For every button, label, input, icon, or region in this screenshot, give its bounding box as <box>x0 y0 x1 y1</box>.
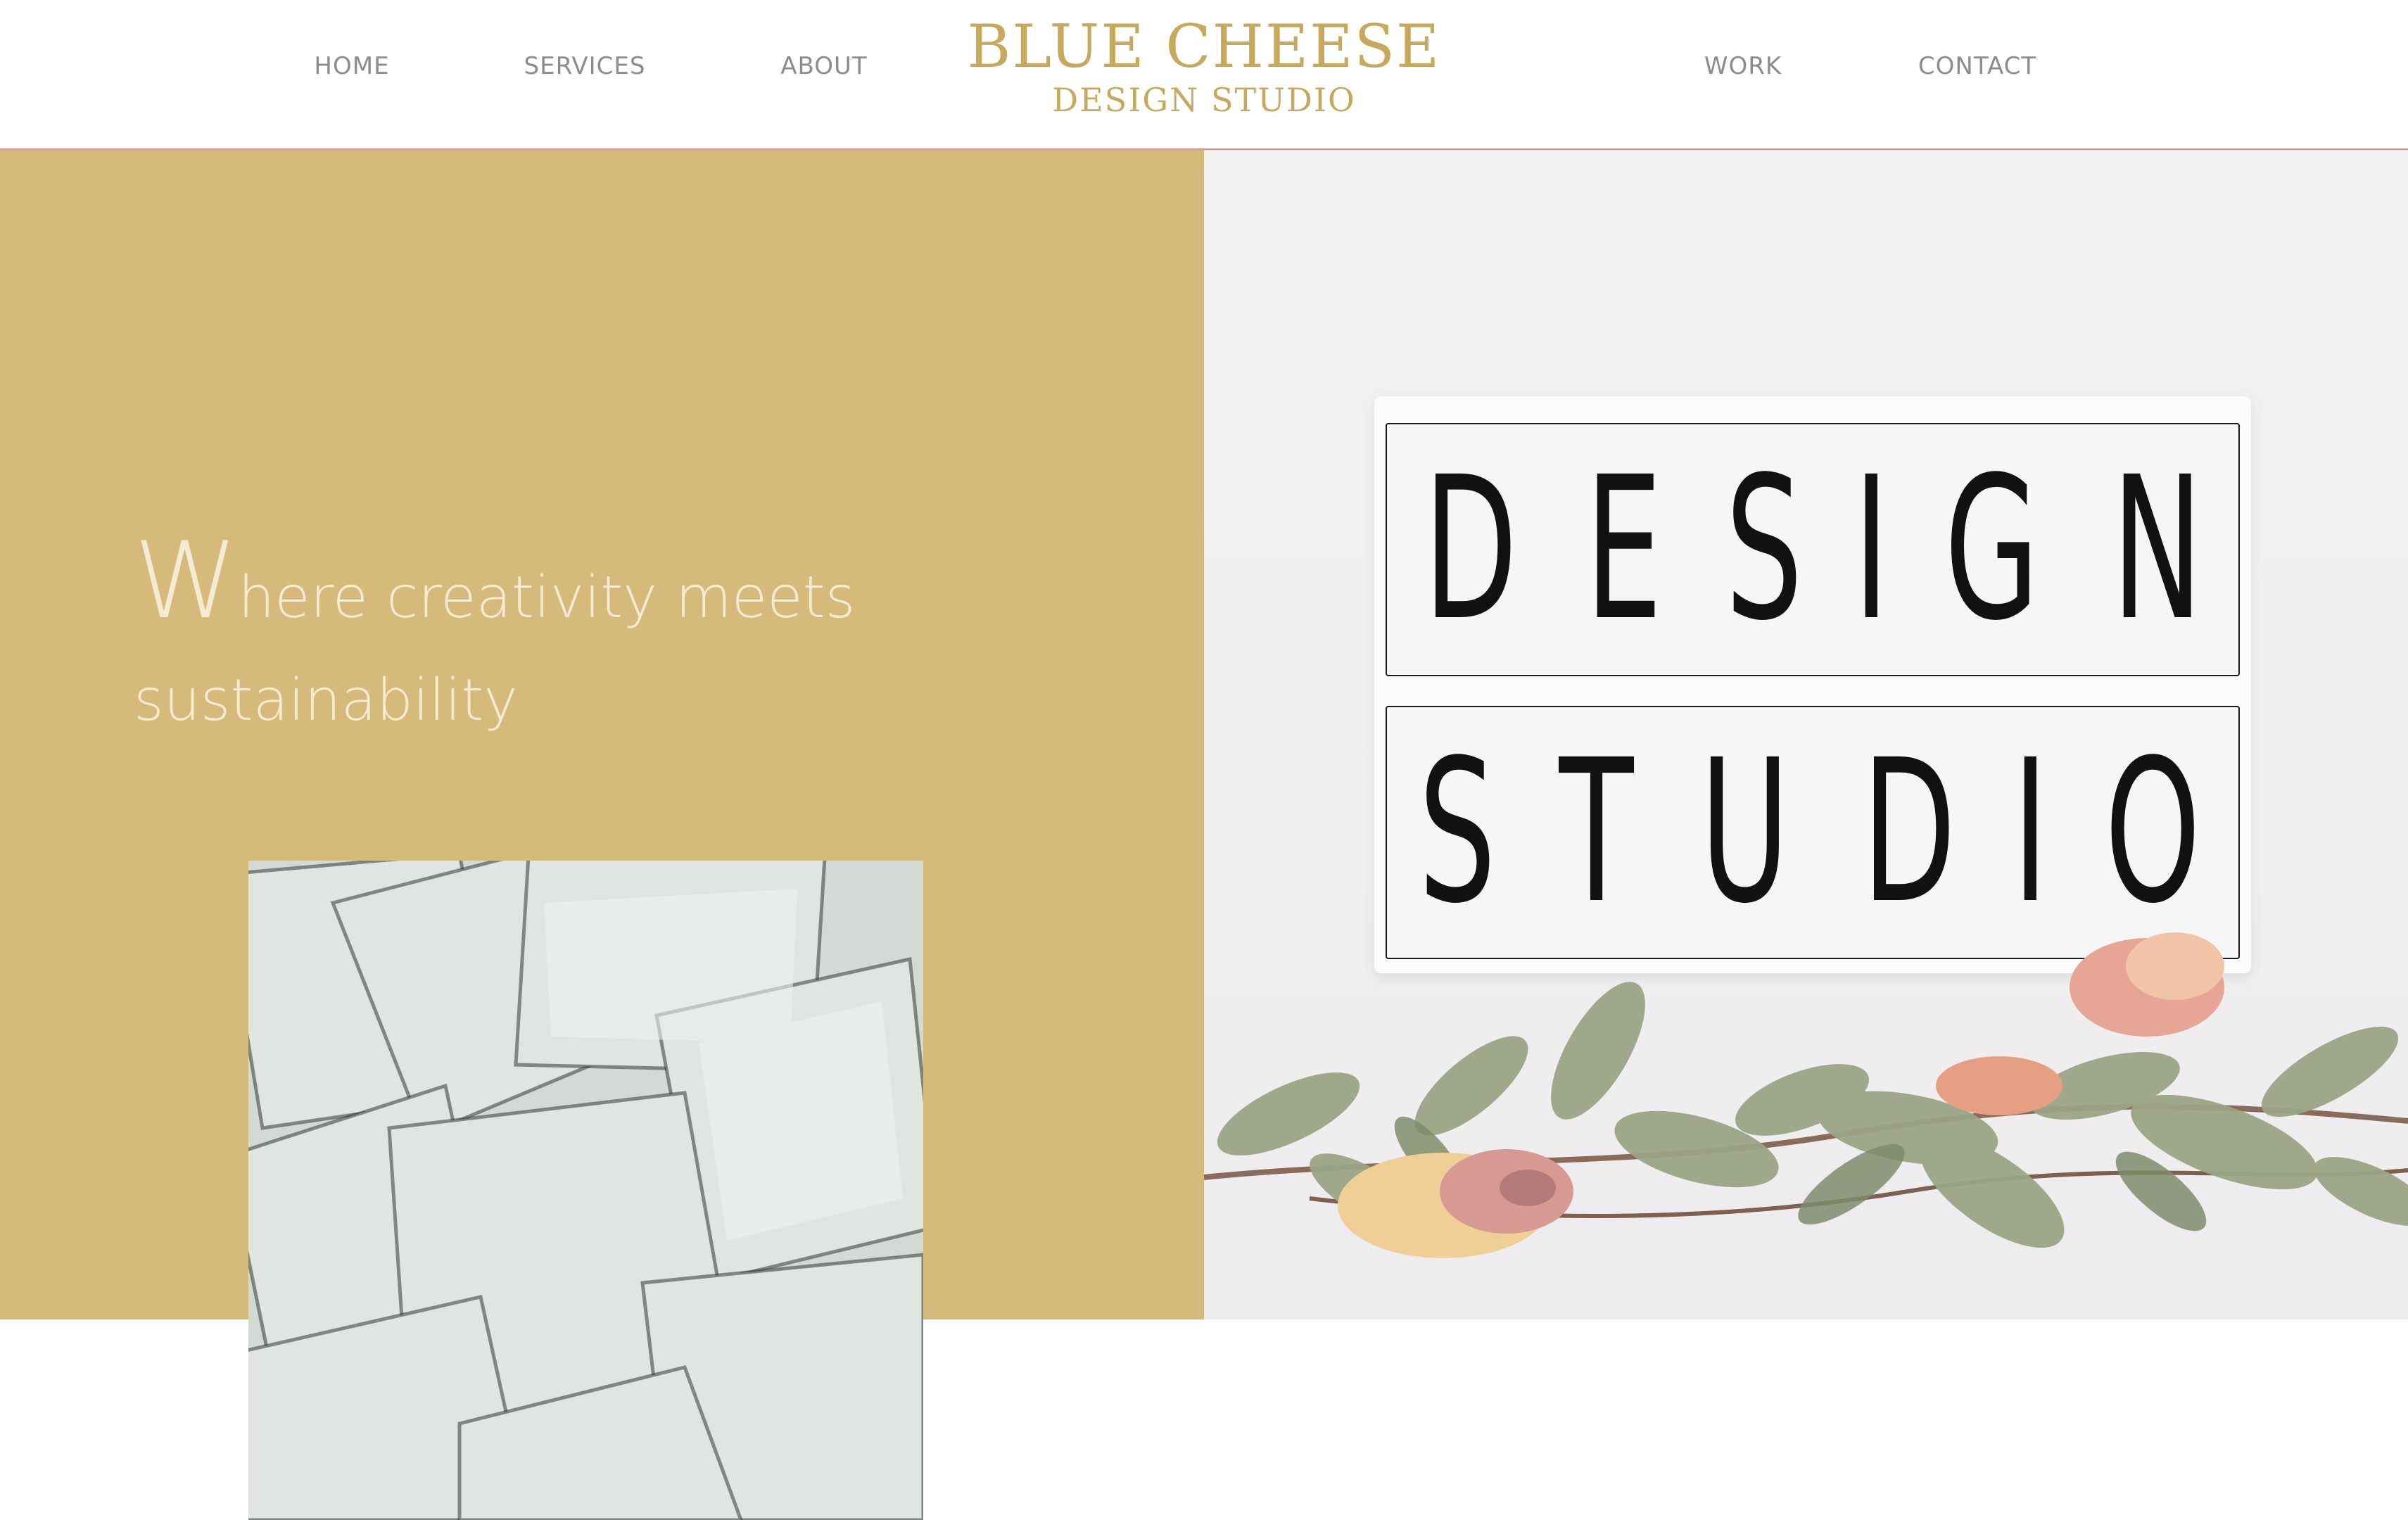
nav-work-link[interactable]: WORK <box>1704 52 1782 80</box>
site-header: HOME SERVICES ABOUT BLUE CHEESE DESIGN S… <box>0 0 2408 150</box>
lightbox-sign: D E S I G N S T U D I O <box>1374 396 2251 973</box>
paper-texture-image <box>248 861 923 1520</box>
logo-title: BLUE CHEESE <box>967 12 1441 81</box>
lightbox-letter: S <box>1725 435 1803 664</box>
lightbox-letter: G <box>1944 435 2039 664</box>
lightbox-row-top: D E S I G N <box>1386 423 2240 676</box>
nav-services-link[interactable]: SERVICES <box>524 52 646 80</box>
flowers-and-leaves-illustration <box>1204 932 2408 1258</box>
hero-photo: D E S I G N S T U D I O <box>1204 150 2408 1319</box>
tagline-line2: sustainability <box>134 667 518 734</box>
nav-about-link[interactable]: ABOUT <box>780 52 867 80</box>
nav-contact-link[interactable]: CONTACT <box>1918 52 2036 80</box>
nav-home-link[interactable]: HOME <box>314 52 389 80</box>
lightbox-letter: D <box>1423 435 1518 664</box>
hero-tagline: Where creativity meets sustainability <box>134 528 1048 752</box>
paper-sheets-illustration <box>248 861 923 1520</box>
page: HOME SERVICES ABOUT BLUE CHEESE DESIGN S… <box>0 0 2408 1520</box>
logo-subtitle: DESIGN STUDIO <box>1052 81 1356 119</box>
lightbox-letter: I <box>1853 435 1889 664</box>
tagline-initial: W <box>134 520 239 642</box>
lightbox-letter: E <box>1585 435 1663 664</box>
tagline-rest: here creativity meets <box>238 564 856 631</box>
lightbox-letter: N <box>2111 435 2203 664</box>
site-logo[interactable]: BLUE CHEESE DESIGN STUDIO <box>968 13 1441 120</box>
